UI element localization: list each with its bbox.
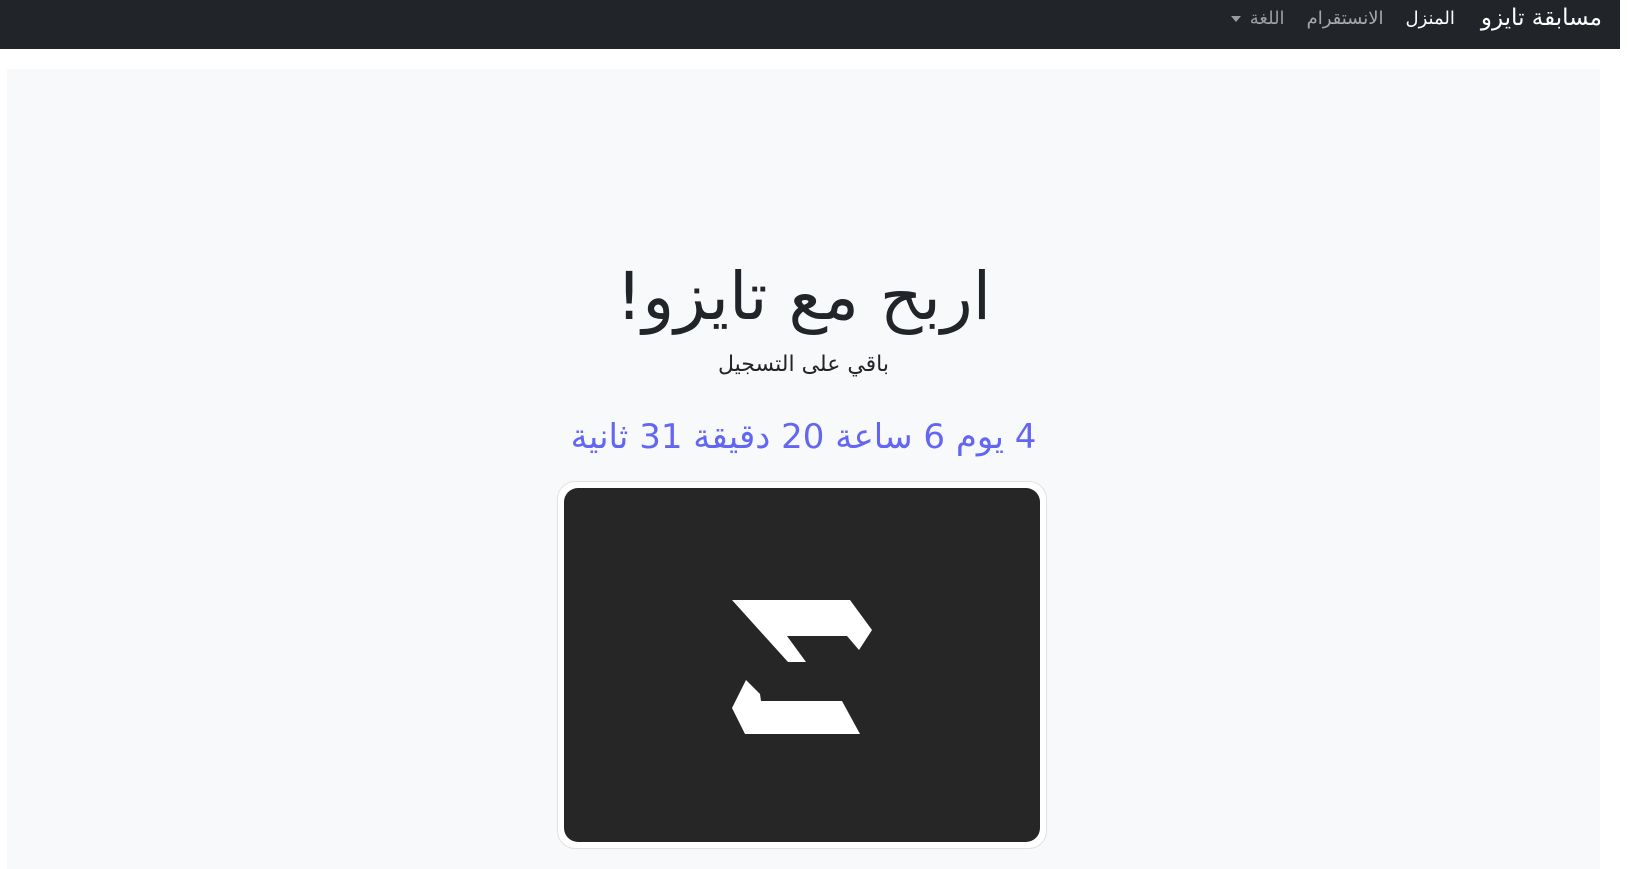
registration-subtitle: باقي على التسجيل [718,352,889,377]
logo-image [564,488,1040,842]
nav-link-instagram[interactable]: الانستقرام [1307,8,1384,29]
top-navbar: مسابقة تايزو المنزل الانستقرام اللغة [0,0,1620,49]
caret-down-icon [1230,16,1241,22]
logo-card [557,481,1047,849]
language-dropdown-label: اللغة [1249,7,1285,29]
nav-link-home[interactable]: المنزل [1406,8,1455,29]
countdown-timer: 4 يوم 6 ساعة 20 دقيقة 31 ثانية [570,417,1037,457]
navbar-content: مسابقة تايزو المنزل الانستقرام اللغة [1230,0,1602,36]
brand-link[interactable]: مسابقة تايزو [1481,5,1602,31]
language-dropdown[interactable]: اللغة [1230,7,1285,29]
hero-section: اربح مع تايزو! باقي على التسجيل 4 يوم 6 … [7,69,1600,869]
page-title: اربح مع تايزو! [615,258,992,335]
taizo-logo-icon [732,600,872,734]
